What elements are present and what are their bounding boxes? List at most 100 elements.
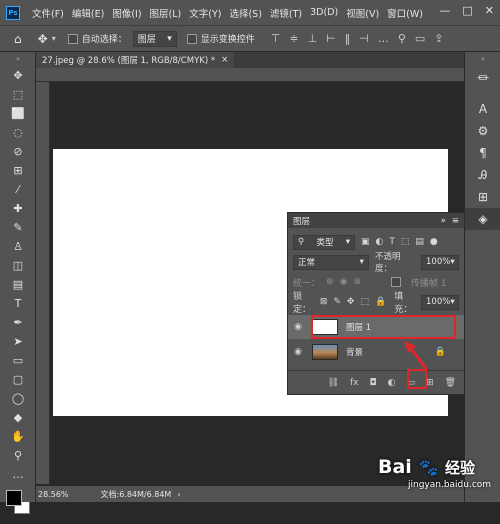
- align-left-icon[interactable]: ⊢: [326, 32, 336, 45]
- filter-adjust-icon[interactable]: ◐: [376, 237, 384, 247]
- new-layer-icon[interactable]: ⊞: [426, 378, 434, 388]
- status-arrow-icon[interactable]: ›: [177, 490, 180, 499]
- menu-file[interactable]: 文件(F): [32, 6, 64, 20]
- filter-type-dropdown[interactable]: ⚲ 类型 ▾: [293, 234, 355, 250]
- menu-filter[interactable]: 滤镜(T): [270, 6, 302, 20]
- hand-tool-icon[interactable]: ✋: [0, 427, 36, 446]
- fill-field[interactable]: 100% ▾: [421, 294, 459, 310]
- artboard-tool-icon[interactable]: ⬚: [0, 85, 36, 104]
- lasso-tool-icon[interactable]: ◌: [0, 123, 36, 142]
- unify-visibility-icon[interactable]: ◉: [340, 277, 348, 287]
- blend-mode-dropdown[interactable]: 正常 ▾: [293, 254, 369, 270]
- lock-move-icon[interactable]: ✥: [347, 297, 355, 307]
- filter-shape-icon[interactable]: ⬚: [401, 237, 410, 247]
- align-right-icon[interactable]: ⊣: [359, 32, 369, 45]
- menu-window[interactable]: 窗口(W): [387, 6, 423, 20]
- menu-3d[interactable]: 3D(D): [310, 7, 338, 18]
- document-tab[interactable]: 27.jpeg @ 28.6% (图层 1, RGB/8/CMYK) * ×: [36, 52, 235, 68]
- share-icon[interactable]: ⇪: [434, 32, 443, 45]
- ellipse-tool-icon[interactable]: ◯: [0, 389, 36, 408]
- propagate-checkbox[interactable]: [390, 277, 401, 287]
- align-top-icon[interactable]: ⊤: [271, 32, 281, 45]
- align-vcenter-icon[interactable]: ≑: [289, 32, 298, 45]
- rounded-rect-tool-icon[interactable]: ▢: [0, 370, 36, 389]
- healing-brush-tool-icon[interactable]: ✚: [0, 199, 36, 218]
- move-tool-icon[interactable]: ✥: [0, 66, 36, 85]
- move-tool-icon[interactable]: ✥: [38, 32, 48, 46]
- adjustments-icon[interactable]: ⚙: [465, 120, 500, 142]
- menu-select[interactable]: 选择(S): [229, 6, 261, 20]
- menu-type[interactable]: 文字(Y): [189, 6, 221, 20]
- search-icon[interactable]: ⚲: [398, 32, 406, 45]
- filter-smart-icon[interactable]: ▤: [415, 237, 424, 247]
- layer-row-background[interactable]: ◉ 背景 🔒: [288, 340, 464, 364]
- gradient-tool-icon[interactable]: ▤: [0, 275, 36, 294]
- collapse-arrows-icon[interactable]: «: [465, 52, 500, 66]
- menu-edit[interactable]: 编辑(E): [72, 6, 104, 20]
- fx-icon[interactable]: fx: [350, 378, 359, 388]
- eraser-tool-icon[interactable]: ◫: [0, 256, 36, 275]
- lock-all-icon[interactable]: 🔒: [375, 297, 386, 307]
- checkbox-box[interactable]: [67, 33, 78, 44]
- eye-icon[interactable]: ◉: [288, 347, 308, 357]
- crop-tool-icon[interactable]: ⊞: [0, 161, 36, 180]
- type-tool-icon[interactable]: T: [0, 294, 36, 313]
- quick-select-tool-icon[interactable]: ⊘: [0, 142, 36, 161]
- filter-type-icon[interactable]: T: [389, 237, 395, 247]
- more-options-icon[interactable]: …: [378, 32, 389, 45]
- paragraph-icon[interactable]: ¶: [465, 142, 500, 164]
- align-bottom-icon[interactable]: ⊥: [308, 32, 318, 45]
- filter-toggle-icon[interactable]: ●: [430, 237, 438, 247]
- layers-icon[interactable]: ◈: [465, 208, 500, 230]
- panel-menu-icon[interactable]: ≡: [452, 216, 459, 226]
- align-hcenter-icon[interactable]: ‖: [345, 32, 351, 45]
- maximize-button[interactable]: □: [462, 4, 472, 17]
- link-layers-icon[interactable]: ⛓: [328, 378, 339, 388]
- glyphs-icon[interactable]: Ꭿ: [465, 164, 500, 186]
- minimize-button[interactable]: —: [439, 4, 450, 17]
- opacity-field[interactable]: 100% ▾: [421, 254, 459, 270]
- eye-icon[interactable]: ◉: [288, 322, 308, 332]
- delete-layer-icon[interactable]: 🗑: [445, 378, 456, 388]
- properties-icon[interactable]: ⊞: [465, 186, 500, 208]
- adjustment-layer-icon[interactable]: ◐: [388, 378, 396, 388]
- lock-transparent-icon[interactable]: ⊠: [320, 297, 328, 307]
- vertical-ruler: [36, 82, 50, 484]
- lock-artboard-icon[interactable]: ⬚: [360, 297, 369, 307]
- add-mask-icon[interactable]: ◘: [370, 378, 377, 388]
- unify-position-icon[interactable]: ⊕: [326, 277, 334, 287]
- foreground-color-swatch[interactable]: [6, 490, 22, 506]
- eyedropper-tool-icon[interactable]: ⁄: [0, 180, 36, 199]
- marquee-tool-icon[interactable]: ⬜: [0, 104, 36, 123]
- fill-label: 填充：: [394, 292, 413, 315]
- collapse-icon[interactable]: »: [441, 216, 446, 226]
- character-icon[interactable]: A: [465, 98, 500, 120]
- shape-tool-icon[interactable]: ◆: [0, 408, 36, 427]
- workspace-icon[interactable]: ▭: [415, 32, 425, 45]
- collapse-arrows-icon[interactable]: »: [0, 52, 36, 66]
- filter-pixel-icon[interactable]: ▣: [361, 237, 370, 247]
- more-tools-icon[interactable]: …: [0, 465, 36, 484]
- brush-tool-icon[interactable]: ✎: [0, 218, 36, 237]
- rectangle-tool-icon[interactable]: ▭: [0, 351, 36, 370]
- home-icon[interactable]: ⌂: [14, 32, 22, 46]
- close-icon[interactable]: ×: [221, 55, 228, 65]
- auto-select-dropdown[interactable]: 图层 ▾: [132, 30, 177, 47]
- chevron-down-icon[interactable]: ▾: [52, 34, 56, 43]
- menu-layer[interactable]: 图层(L): [150, 6, 182, 20]
- menu-view[interactable]: 视图(V): [346, 6, 379, 20]
- path-select-tool-icon[interactable]: ➤: [0, 332, 36, 351]
- zoom-level[interactable]: 28.56%: [38, 490, 69, 499]
- history-icon[interactable]: ⏛: [465, 66, 500, 88]
- auto-select-checkbox[interactable]: 自动选择：: [67, 32, 127, 45]
- zoom-tool-icon[interactable]: ⚲: [0, 446, 36, 465]
- checkbox-box[interactable]: [186, 33, 197, 44]
- unify-style-icon[interactable]: ⊗: [353, 277, 361, 287]
- show-transform-checkbox[interactable]: 显示变换控件: [186, 32, 255, 45]
- lock-paint-icon[interactable]: ✎: [333, 297, 341, 307]
- pen-tool-icon[interactable]: ✒: [0, 313, 36, 332]
- menu-image[interactable]: 图像(I): [112, 6, 141, 20]
- stamp-tool-icon[interactable]: ♙: [0, 237, 36, 256]
- color-swatches[interactable]: [0, 484, 36, 524]
- close-button[interactable]: ✕: [485, 4, 494, 17]
